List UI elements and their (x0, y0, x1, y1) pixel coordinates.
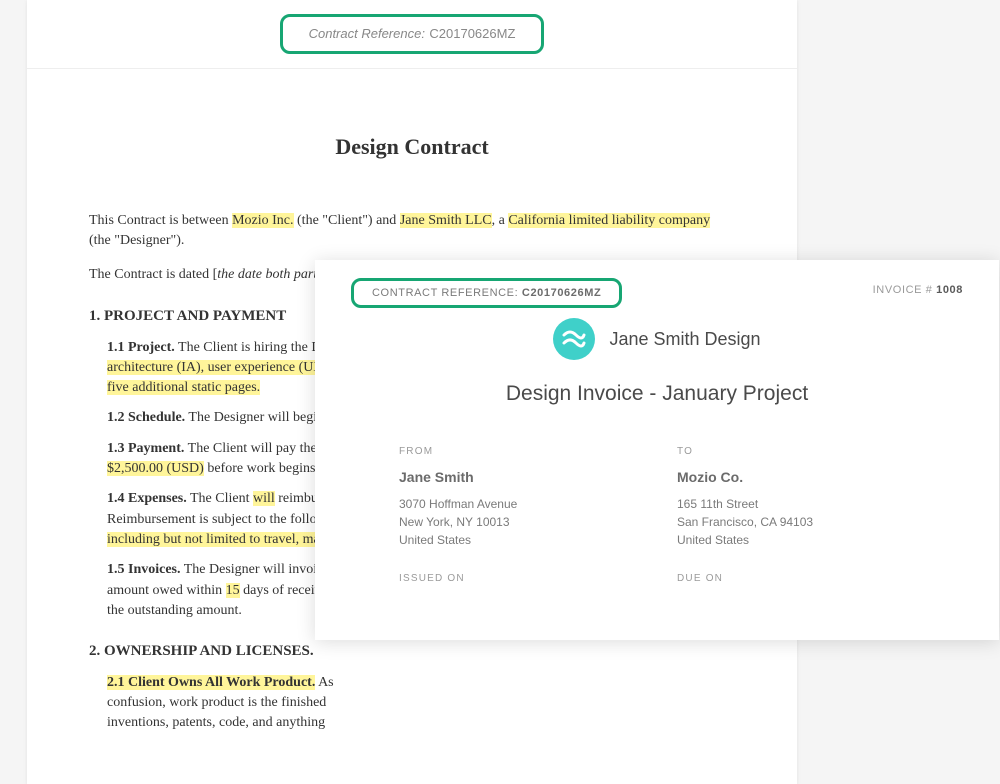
designer-name: Jane Smith LLC (400, 213, 492, 228)
company-name: Jane Smith Design (609, 329, 760, 350)
payment-amount: $2,500.00 (USD) (107, 461, 204, 476)
invoice-document: CONTRACT REFERENCE: C20170626MZ INVOICE … (315, 260, 999, 640)
invoice-reference-value: C20170626MZ (522, 287, 601, 299)
contract-reference-label: Contract Reference: (309, 26, 425, 41)
to-name: Mozio Co. (677, 469, 915, 485)
from-column: FROM Jane Smith 3070 Hoffman Avenue New … (399, 446, 637, 549)
from-label: FROM (399, 446, 637, 457)
invoice-header: CONTRACT REFERENCE: C20170626MZ INVOICE … (315, 260, 999, 446)
from-address-line1: 3070 Hoffman Avenue (399, 495, 637, 513)
to-address-line1: 165 11th Street (677, 495, 915, 513)
invoice-reference-label: CONTRACT REFERENCE: (372, 287, 522, 299)
issued-on-column: ISSUED ON (399, 573, 637, 584)
due-on-label: DUE ON (677, 573, 915, 584)
to-column: TO Mozio Co. 165 11th Street San Francis… (677, 446, 915, 549)
from-address-line3: United States (399, 531, 637, 549)
to-address-line2: San Francisco, CA 94103 (677, 513, 915, 531)
section-2-heading: 2. OWNERSHIP AND LICENSES. (89, 641, 735, 663)
from-name: Jane Smith (399, 469, 637, 485)
entity-type: California limited liability company (508, 213, 710, 228)
issued-on-label: ISSUED ON (399, 573, 637, 584)
invoice-number: INVOICE # 1008 (873, 284, 963, 296)
invoice-reference-highlight: CONTRACT REFERENCE: C20170626MZ (351, 278, 622, 308)
invoice-dates-row: ISSUED ON DUE ON (315, 549, 999, 584)
contract-intro: This Contract is between Mozio Inc. (the… (89, 211, 735, 252)
contract-reference-value: C20170626MZ (429, 26, 515, 41)
invoice-logo-row: Jane Smith Design (351, 318, 963, 360)
to-label: TO (677, 446, 915, 457)
client-name: Mozio Inc. (232, 213, 293, 228)
clause-2-1: 2.1 Client Owns All Work Product. As con… (107, 673, 735, 734)
company-logo-icon (553, 318, 595, 360)
from-address-line2: New York, NY 10013 (399, 513, 637, 531)
due-on-column: DUE ON (677, 573, 915, 584)
to-address-line3: United States (677, 531, 915, 549)
contract-reference-highlight: Contract Reference: C20170626MZ (280, 14, 545, 54)
contract-title: Design Contract (89, 131, 735, 163)
invoice-title: Design Invoice - January Project (351, 382, 963, 406)
invoice-parties: FROM Jane Smith 3070 Hoffman Avenue New … (315, 446, 999, 549)
contract-header: Contract Reference: C20170626MZ (27, 0, 797, 69)
